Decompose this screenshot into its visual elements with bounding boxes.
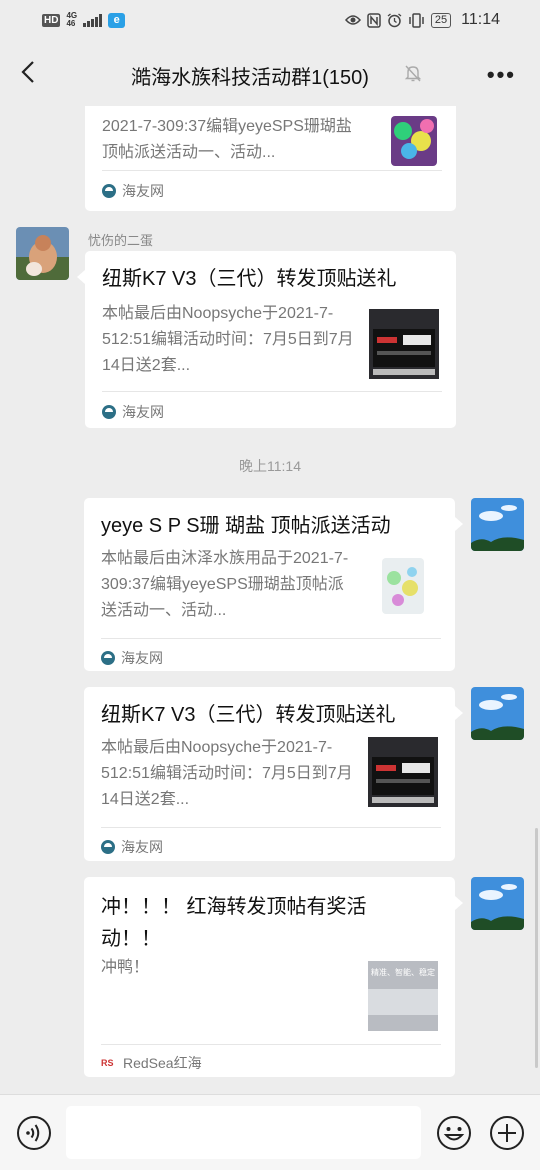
card-source: 海友网 — [101, 648, 163, 668]
card-thumbnail: 精准、智能、稳定 — [368, 961, 438, 1031]
sender-name: 忧伤的二蛋 — [88, 233, 154, 248]
link-card[interactable]: 冲！！！ 红海转发顶帖有奖活动！！ 冲鸭！ 精准、智能、稳定 RS RedSea… — [84, 877, 455, 1077]
card-source: 海友网 — [102, 402, 164, 422]
card-source: RS RedSea红海 — [101, 1053, 202, 1073]
card-title: 纽斯K7 V3（三代）转发顶贴送礼 — [102, 268, 397, 290]
card-divider — [101, 827, 441, 828]
link-card[interactable]: yeye S P S珊 瑚盐 顶帖派送活动 本帖最后由沐泽水族用品于2021-7… — [84, 498, 455, 671]
source-name: 海友网 — [121, 650, 163, 666]
card-divider — [101, 1044, 441, 1045]
source-name: 海友网 — [122, 183, 164, 199]
my-avatar[interactable] — [471, 687, 524, 740]
hd-indicator: HD — [42, 13, 61, 27]
chat-message-list[interactable]: 2021-7-309:37编辑yeyeSPS珊瑚盐顶帖派送活动一、活动... 海… — [0, 106, 540, 1094]
card-description: 冲鸭！ — [101, 959, 150, 976]
plus-icon[interactable] — [489, 1115, 525, 1151]
card-description: 本帖最后由Noopsyche于2021-7-512:51编辑活动时间：7月5日到… — [102, 305, 354, 374]
source-name: RedSea红海 — [123, 1055, 202, 1071]
card-title: yeye S P S珊 瑚盐 顶帖派送活动 — [101, 515, 391, 537]
input-bar — [0, 1094, 540, 1170]
thumbnail-caption: 精准、智能、稳定 — [371, 968, 435, 977]
card-description: 本帖最后由Noopsyche于2021-7-512:51编辑活动时间：7月5日到… — [101, 739, 353, 808]
card-source: 海友网 — [102, 181, 164, 201]
time-separator: 晚上11:14 — [239, 458, 301, 474]
bubble-tail — [455, 706, 463, 720]
network-type: 4G 46 — [66, 11, 78, 28]
haiyou-logo-icon — [102, 405, 116, 419]
source-name: 海友网 — [122, 404, 164, 420]
status-bar: HD 4G 46 e 25 11:14 — [0, 0, 540, 40]
card-divider — [102, 391, 442, 392]
card-thumbnail — [368, 737, 438, 807]
card-description: 本帖最后由沐泽水族用品于2021-7-309:37编辑yeyeSPS珊瑚盐顶帖派… — [101, 550, 349, 619]
voice-input-icon[interactable] — [16, 1115, 52, 1151]
app-notification-icon: e — [108, 12, 126, 28]
card-divider — [101, 638, 441, 639]
haiyou-logo-icon — [102, 184, 116, 198]
message-input[interactable] — [66, 1106, 421, 1159]
bubble-tail — [77, 270, 85, 284]
eye-icon — [344, 15, 361, 25]
card-source: 海友网 — [101, 837, 163, 857]
haiyou-logo-icon — [101, 840, 115, 854]
my-avatar[interactable] — [471, 498, 524, 551]
status-time: 11:14 — [461, 11, 500, 28]
emoji-icon[interactable] — [436, 1115, 472, 1151]
link-card[interactable]: 纽斯K7 V3（三代）转发顶贴送礼 本帖最后由Noopsyche于2021-7-… — [85, 251, 456, 428]
card-title: 纽斯K7 V3（三代）转发顶贴送礼 — [101, 704, 396, 726]
card-description: 2021-7-309:37编辑yeyeSPS珊瑚盐顶帖派送活动一、活动... — [102, 118, 352, 161]
link-card[interactable]: 2021-7-309:37编辑yeyeSPS珊瑚盐顶帖派送活动一、活动... 海… — [85, 106, 456, 211]
signal-icon — [83, 13, 103, 27]
card-divider — [102, 170, 442, 171]
card-thumbnail — [368, 548, 438, 618]
chat-header: 澔海水族科技活动群1(150) ••• — [0, 40, 540, 106]
more-options-button[interactable]: ••• — [487, 62, 516, 88]
link-card[interactable]: 纽斯K7 V3（三代）转发顶贴送礼 本帖最后由Noopsyche于2021-7-… — [84, 687, 455, 861]
my-avatar[interactable] — [471, 877, 524, 930]
card-thumbnail — [379, 106, 449, 166]
haiyou-logo-icon — [101, 651, 115, 665]
bubble-tail — [455, 517, 463, 531]
vibrate-icon — [409, 12, 424, 28]
mute-bell-icon — [404, 65, 422, 82]
sender-avatar[interactable] — [16, 227, 69, 280]
bubble-tail — [455, 896, 463, 910]
source-name: 海友网 — [121, 839, 163, 855]
scrollbar[interactable] — [535, 828, 538, 1068]
battery-indicator: 25 — [430, 12, 452, 28]
nfc-icon — [367, 12, 381, 28]
chat-title: 澔海水族科技活动群1(150) — [131, 67, 369, 89]
card-thumbnail — [369, 309, 439, 379]
redsea-logo-icon: RS — [101, 1058, 114, 1068]
alarm-icon — [387, 12, 402, 27]
card-title: 冲！！！ 红海转发顶帖有奖活动！！ — [101, 896, 367, 950]
